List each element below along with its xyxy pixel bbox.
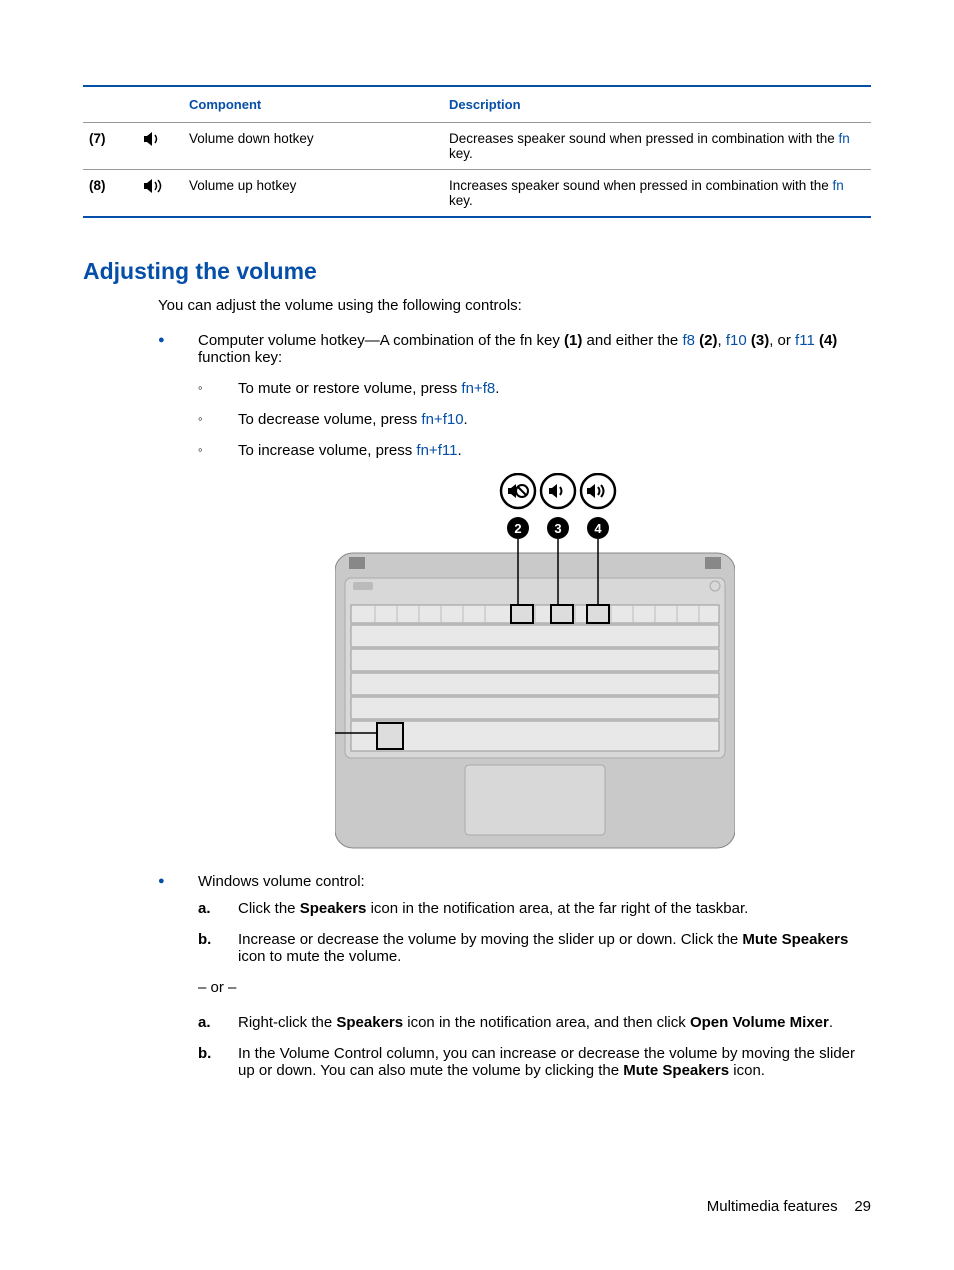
desc-text: Increases speaker sound when pressed in … (449, 178, 832, 193)
list-marker: b. (198, 931, 211, 948)
body-text: To mute or restore volume, press (238, 380, 461, 397)
list-item: a. Click the Speakers icon in the notific… (198, 900, 871, 917)
volume-up-icon (144, 170, 189, 216)
body-text: icon in the notification area, at the fa… (366, 900, 748, 917)
body-text: . (829, 1014, 833, 1031)
component-table: Component Description (83, 87, 871, 122)
document-page: Component Description (7) Volume down ho… (0, 0, 954, 1270)
key-link[interactable]: fn+f11 (416, 442, 457, 459)
callout-number: (3) (751, 332, 769, 349)
row-number: (8) (83, 170, 144, 216)
desc-text: Decreases speaker sound when pressed in … (449, 131, 838, 146)
component-desc: Increases speaker sound when pressed in … (449, 170, 871, 216)
body-text: Windows volume control: (198, 873, 365, 890)
callout-number: (1) (564, 332, 582, 349)
list-item: To decrease volume, press fn+f10. (198, 411, 871, 428)
body-text: Click the (238, 900, 300, 917)
body-text: Computer volume hotkey—A combination of … (198, 332, 564, 349)
body-text: icon. (729, 1062, 765, 1079)
list-marker: a. (198, 1014, 211, 1031)
footer-section: Multimedia features (707, 1198, 838, 1215)
key-link[interactable]: f11 (795, 332, 815, 349)
body-text: To increase volume, press (238, 442, 416, 459)
intro-paragraph: You can adjust the volume using the foll… (158, 297, 871, 314)
key-link[interactable]: f8 (682, 332, 695, 349)
body-text: , or (769, 332, 795, 349)
header-description: Description (449, 87, 871, 122)
body-text: and either the (582, 332, 682, 349)
component-name: Volume up hotkey (189, 170, 449, 216)
component-desc: Decreases speaker sound when pressed in … (449, 123, 871, 169)
row-number: (7) (83, 123, 144, 169)
body-text: To decrease volume, press (238, 411, 421, 428)
body-text: , (717, 332, 725, 349)
list-item: Computer volume hotkey—A combination of … (158, 332, 871, 853)
or-separator: – or – (198, 979, 871, 996)
bold-text: Open Volume Mixer (690, 1014, 829, 1031)
table-header-row: Component Description (83, 87, 871, 122)
body-text: icon in the notification area, and then … (403, 1014, 690, 1031)
body-text: . (495, 380, 499, 397)
key-link[interactable]: fn+f8 (461, 380, 495, 397)
key-link[interactable]: fn+f10 (421, 411, 463, 428)
bold-text: Mute Speakers (623, 1062, 729, 1079)
callout-number: (2) (699, 332, 717, 349)
svg-text:3: 3 (554, 521, 561, 536)
volume-down-icon (144, 123, 189, 169)
component-name: Volume down hotkey (189, 123, 449, 169)
body-text: Increase or decrease the volume by movin… (238, 931, 742, 948)
footer-page-number: 29 (854, 1198, 871, 1215)
list-marker: a. (198, 900, 211, 917)
body-text: function key: (198, 349, 282, 366)
list-item: b.In the Volume Control column, you can … (198, 1045, 871, 1079)
svg-text:4: 4 (594, 521, 602, 536)
fn-key-link[interactable]: fn (838, 131, 849, 146)
section-heading: Adjusting the volume (83, 258, 871, 285)
body-text: . (457, 442, 461, 459)
key-link[interactable]: f10 (726, 332, 747, 349)
bold-text: Speakers (336, 1014, 403, 1031)
page-footer: Multimedia features 29 (707, 1198, 871, 1215)
desc-text: key. (449, 193, 473, 208)
callout-number: (4) (819, 332, 837, 349)
list-item: a. Right-click the Speakers icon in the n… (198, 1014, 871, 1031)
body-text: icon to mute the volume. (238, 948, 401, 965)
svg-text:2: 2 (514, 521, 521, 536)
bold-text: Mute Speakers (742, 931, 848, 948)
list-item: Windows volume control: a. Click the Spea… (158, 873, 871, 1079)
header-component: Component (189, 87, 449, 122)
table-bottom-rule (83, 216, 871, 218)
fn-key-link[interactable]: fn (832, 178, 843, 193)
table-row: (8) Volume up hotkey Increases speaker s… (83, 170, 871, 216)
table-row: (7) Volume down hotkey Decreases speaker… (83, 123, 871, 169)
list-item: b. Increase or decrease the volume by mov… (198, 931, 871, 965)
list-item: To mute or restore volume, press fn+f8. (198, 380, 871, 397)
bold-text: Speakers (300, 900, 367, 917)
keyboard-illustration: 2 3 4 (335, 473, 735, 853)
list-item: To increase volume, press fn+f11. (198, 442, 871, 459)
desc-text: key. (449, 146, 473, 161)
body-text: Right-click the (238, 1014, 336, 1031)
body-text: . (464, 411, 468, 428)
list-marker: b. (198, 1045, 211, 1062)
